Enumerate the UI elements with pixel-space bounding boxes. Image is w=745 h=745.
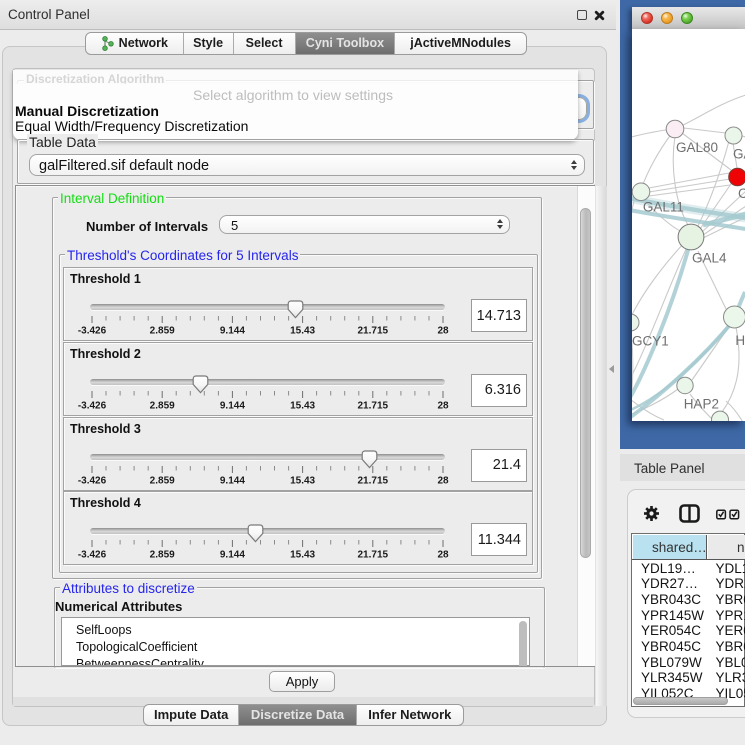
svg-text:H: H	[735, 333, 745, 348]
svg-text:15.43: 15.43	[290, 400, 315, 411]
svg-text:28: 28	[437, 326, 449, 337]
svg-text:15.43: 15.43	[290, 326, 315, 337]
svg-text:-3.426: -3.426	[78, 475, 107, 486]
svg-text:15.43: 15.43	[290, 475, 315, 486]
svg-text:2.859: 2.859	[150, 326, 175, 337]
svg-text:9.144: 9.144	[220, 550, 245, 561]
svg-text:HAP2: HAP2	[684, 396, 719, 411]
svg-text:GAL80: GAL80	[676, 139, 718, 154]
svg-text:-3.426: -3.426	[78, 550, 107, 561]
svg-text:28: 28	[437, 550, 449, 561]
svg-text:2.859: 2.859	[150, 550, 175, 561]
svg-text:2.859: 2.859	[150, 400, 175, 411]
svg-text:GCY1: GCY1	[632, 333, 669, 348]
svg-text:GAL11: GAL11	[643, 199, 684, 214]
svg-text:GAL4: GAL4	[692, 250, 727, 265]
svg-text:21.715: 21.715	[358, 475, 389, 486]
svg-text:21.715: 21.715	[358, 400, 389, 411]
svg-text:28: 28	[437, 475, 449, 486]
svg-text:9.144: 9.144	[220, 400, 245, 411]
svg-text:21.715: 21.715	[358, 326, 389, 337]
svg-text:-3.426: -3.426	[78, 326, 107, 337]
svg-text:-3.426: -3.426	[78, 400, 107, 411]
svg-text:9.144: 9.144	[220, 326, 245, 337]
svg-text:9.144: 9.144	[220, 475, 245, 486]
svg-text:28: 28	[437, 400, 449, 411]
svg-text:15.43: 15.43	[290, 550, 315, 561]
svg-text:GA: GA	[733, 146, 745, 161]
svg-text:2.859: 2.859	[150, 475, 175, 486]
svg-text:21.715: 21.715	[358, 550, 389, 561]
svg-text:C: C	[738, 186, 745, 201]
